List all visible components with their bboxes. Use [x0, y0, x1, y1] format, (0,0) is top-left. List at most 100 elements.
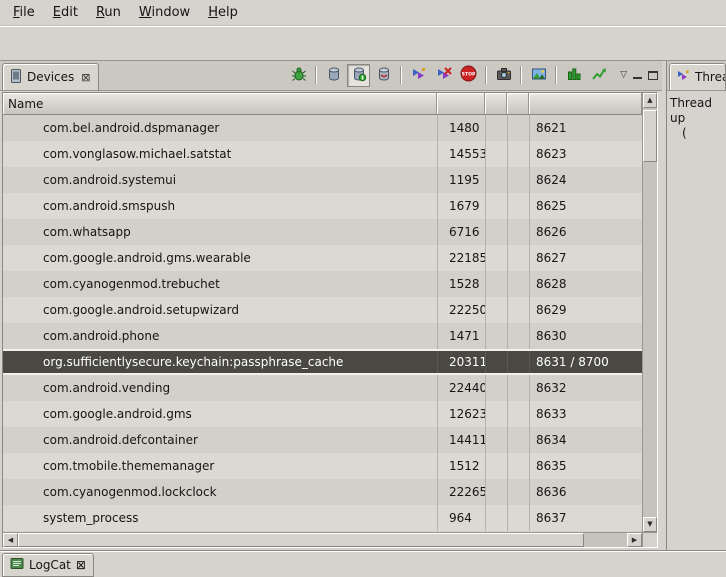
gc-cylinder-icon [376, 66, 392, 85]
vertical-scrollbar[interactable]: ▲ ▼ [642, 93, 657, 532]
process-name: com.google.android.gms [3, 401, 437, 427]
scroll-down-icon[interactable]: ▼ [643, 517, 657, 532]
scrollbar-corner [642, 532, 657, 547]
table-row[interactable]: com.cyanogenmod.lockclock 22265 8636 [3, 479, 642, 505]
empty-cell [507, 193, 529, 219]
process-table: Name com.bel.android.dspmanager 1480 862… [2, 92, 658, 548]
devices-toolbar: STOP [287, 60, 662, 90]
process-name: com.android.phone [3, 323, 437, 349]
horizontal-scroll-track[interactable] [18, 533, 627, 547]
column-header-name[interactable]: Name [3, 93, 437, 114]
process-name: org.sufficientlysecure.keychain:passphra… [3, 351, 437, 373]
threads-icon [411, 66, 427, 85]
close-icon[interactable]: ⊠ [81, 71, 90, 84]
column-header-port[interactable] [529, 93, 642, 114]
stop-profiling-button[interactable] [432, 64, 455, 87]
table-row[interactable]: com.whatsapp 6716 8626 [3, 219, 642, 245]
empty-cell [507, 245, 529, 271]
table-row[interactable]: com.bel.android.dspmanager 1480 8621 [3, 115, 642, 141]
table-row[interactable]: com.google.android.setupwizard 22250 862… [3, 297, 642, 323]
empty-cell [485, 375, 507, 401]
minimize-icon[interactable] [633, 71, 642, 79]
process-pid: 14411 [437, 427, 485, 453]
column-header-pid[interactable] [437, 93, 485, 114]
table-row[interactable]: com.android.smspush 1679 8625 [3, 193, 642, 219]
menu-edit[interactable]: Edit [44, 1, 87, 24]
column-header-col4[interactable] [507, 93, 529, 114]
process-pid: 1528 [437, 271, 485, 297]
horizontal-scrollbar[interactable]: ◀ ▶ [3, 532, 642, 547]
table-row[interactable]: org.sufficientlysecure.keychain:passphra… [3, 349, 642, 375]
cause-gc-button[interactable] [372, 64, 395, 87]
threads-message-line1: Thread up [670, 96, 723, 126]
menu-run[interactable]: Run [87, 1, 130, 24]
systrace-button[interactable] [587, 64, 610, 87]
vertical-scroll-track[interactable] [643, 108, 657, 517]
table-row[interactable]: com.google.android.gms 12623 8633 [3, 401, 642, 427]
logcat-tab-icon [10, 557, 24, 573]
empty-cell [485, 479, 507, 505]
menu-file[interactable]: File [4, 1, 44, 24]
main-toolbar [0, 26, 726, 61]
tab-logcat[interactable]: LogCat ⊠ [2, 553, 94, 577]
process-name: system_process [3, 505, 437, 531]
horizontal-scroll-thumb[interactable] [18, 533, 584, 547]
threads-message-line2: ( [670, 126, 723, 141]
process-name: com.android.defcontainer [3, 427, 437, 453]
devices-tab-label: Devices [27, 70, 74, 84]
table-header: Name [3, 93, 642, 115]
table-row[interactable]: com.android.defcontainer 14411 8634 [3, 427, 642, 453]
table-row[interactable]: com.android.vending 22440 8632 [3, 375, 642, 401]
stop-process-button[interactable]: STOP [457, 64, 480, 87]
process-pid: 964 [437, 505, 485, 531]
process-pid: 1679 [437, 193, 485, 219]
tab-threads[interactable]: Threa [669, 63, 726, 90]
scroll-left-icon[interactable]: ◀ [3, 533, 18, 547]
stop-sign-icon: STOP [460, 65, 477, 85]
table-row[interactable]: com.vonglasow.michael.satstat 14553 8623 [3, 141, 642, 167]
table-row[interactable]: com.cyanogenmod.trebuchet 1528 8628 [3, 271, 642, 297]
maximize-icon[interactable] [648, 71, 658, 80]
table-row[interactable]: com.android.systemui 1195 8624 [3, 167, 642, 193]
process-pid: 12623 [437, 401, 485, 427]
table-row[interactable]: com.android.phone 1471 8630 [3, 323, 642, 349]
process-name: com.vonglasow.michael.satstat [3, 141, 437, 167]
tab-devices[interactable]: Devices ⊠ [2, 63, 99, 90]
process-port: 8623 [529, 141, 642, 167]
process-port: 8625 [529, 193, 642, 219]
table-row[interactable]: system_process 964 8637 [3, 505, 642, 531]
scroll-up-icon[interactable]: ▲ [643, 93, 657, 108]
process-pid: 1471 [437, 323, 485, 349]
update-threads-button[interactable] [407, 64, 430, 87]
heap-dump-icon [351, 66, 367, 85]
view-menu-icon[interactable]: ▽ [620, 70, 627, 80]
dump-hprof-button[interactable] [347, 64, 370, 87]
svg-text:STOP: STOP [462, 72, 476, 78]
empty-cell [507, 115, 529, 141]
table-row[interactable]: com.google.android.gms.wearable 22185 86… [3, 245, 642, 271]
menu-help[interactable]: Help [199, 1, 247, 24]
update-heap-button[interactable] [322, 64, 345, 87]
process-name: com.whatsapp [3, 219, 437, 245]
screen-capture-button[interactable] [492, 64, 515, 87]
capture-view-button[interactable] [527, 64, 550, 87]
menu-window[interactable]: Window [130, 1, 199, 24]
devices-panel: Devices ⊠ [0, 61, 662, 550]
process-name: com.android.smspush [3, 193, 437, 219]
vertical-scroll-thumb[interactable] [643, 110, 657, 162]
threads-stop-icon [436, 66, 452, 85]
empty-cell [485, 427, 507, 453]
empty-cell [507, 323, 529, 349]
empty-cell [507, 297, 529, 323]
threads-tab-label: Threa [695, 70, 726, 84]
hierarchy-view-button[interactable] [562, 64, 585, 87]
column-header-col3[interactable] [485, 93, 507, 114]
table-row[interactable]: com.tmobile.thememanager 1512 8635 [3, 453, 642, 479]
process-port: 8633 [529, 401, 642, 427]
scroll-right-icon[interactable]: ▶ [627, 533, 642, 547]
process-port: 8626 [529, 219, 642, 245]
process-name: com.bel.android.dspmanager [3, 115, 437, 141]
process-port: 8627 [529, 245, 642, 271]
close-icon[interactable]: ⊠ [76, 558, 86, 572]
debug-process-button[interactable] [287, 64, 310, 87]
